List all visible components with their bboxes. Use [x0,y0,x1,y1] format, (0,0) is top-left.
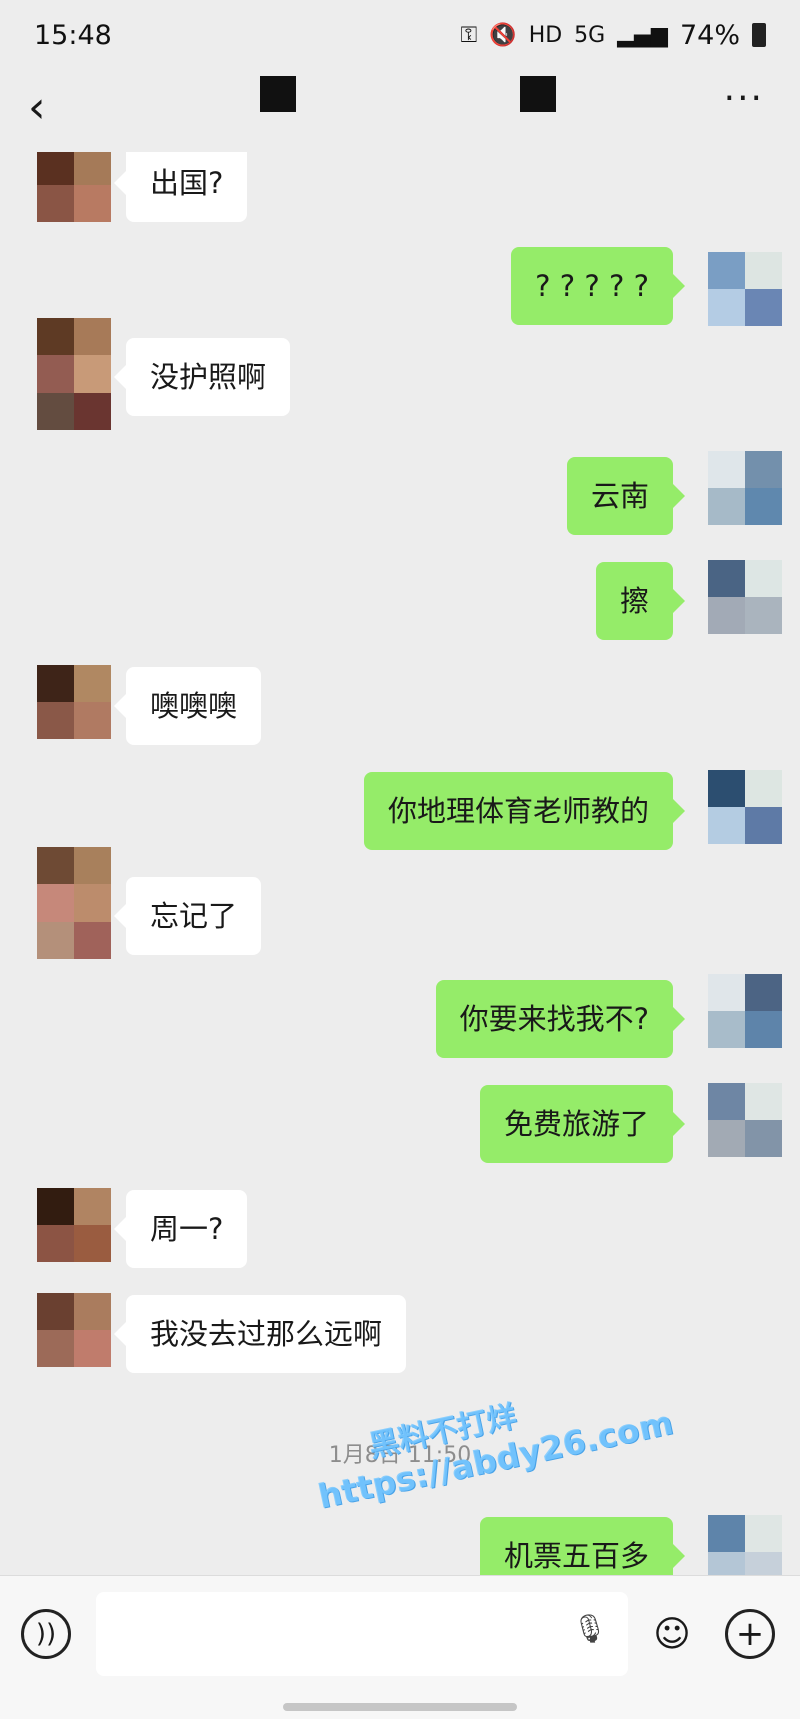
chevron-left-icon[interactable]: ‹ [28,84,46,132]
avatar[interactable] [37,152,111,222]
message-timestamp: 1月8日 11:50 [328,1443,472,1468]
message-bubble[interactable]: 机票五百多 [479,1517,686,1575]
key-icon: ⚿ [460,22,478,48]
chat-list[interactable]: 出国? ? ? ? ? ? 没护照啊 云南 擦 噢噢噢 你地理体育老师教的 忘记… [0,152,800,1575]
message-bubble[interactable]: 没护照啊 [113,338,291,416]
home-indicator[interactable] [283,1703,517,1711]
plus-icon[interactable]: + [725,1609,775,1659]
hd-icon: HD [528,22,563,48]
status-bar: 15:48 ⚿ 🔇 HD 5G ▂▄▆ 74% [0,0,800,70]
message-bubble[interactable]: 我没去过那么远啊 [113,1295,407,1373]
message-bubble[interactable]: 忘记了 [113,877,262,955]
status-icons: ⚿ 🔇 HD 5G ▂▄▆ 74% [461,20,766,51]
avatar[interactable] [708,560,782,634]
avatar[interactable] [708,252,782,326]
more-icon[interactable]: ··· [724,78,764,119]
avatar[interactable] [37,318,111,430]
avatar[interactable] [37,665,111,739]
avatar[interactable] [708,974,782,1048]
chat-header: ‹ ··· [0,70,800,152]
watermark: 黑料不打烊 https://abdy26.com [314,1366,676,1516]
message-input[interactable] [96,1592,628,1676]
message-composer: )) 🎙 ☺ + [0,1575,800,1719]
message-bubble[interactable]: 免费旅游了 [479,1085,686,1163]
mic-icon[interactable]: 🎙 [572,1612,608,1645]
message-bubble[interactable]: 周一? [113,1190,248,1268]
battery-icon [752,23,766,47]
message-bubble[interactable]: 噢噢噢 [113,667,262,745]
message-bubble[interactable]: 你要来找我不? [435,980,686,1058]
avatar[interactable] [708,770,782,844]
mute-icon: 🔇 [489,22,517,48]
redacted-name-block [260,76,296,112]
battery-level: 74% [679,19,740,51]
message-bubble[interactable]: 擦 [595,562,686,640]
status-time: 15:48 [34,19,112,51]
avatar[interactable] [708,1515,782,1575]
avatar[interactable] [708,451,782,525]
emoji-icon[interactable]: ☺ [644,1606,700,1662]
voice-icon[interactable]: )) [21,1609,71,1659]
signal-icon: ▂▄▆ [617,22,668,48]
avatar[interactable] [37,847,111,959]
avatar[interactable] [708,1083,782,1157]
message-bubble[interactable]: 你地理体育老师教的 [363,772,686,850]
message-bubble[interactable]: 出国? [113,152,248,222]
avatar[interactable] [37,1188,111,1262]
redacted-name-block [520,76,556,112]
5g-icon: 5G [574,22,606,48]
message-bubble[interactable]: 云南 [566,457,686,535]
message-bubble[interactable]: ? ? ? ? ? [511,247,685,325]
avatar[interactable] [37,1293,111,1367]
